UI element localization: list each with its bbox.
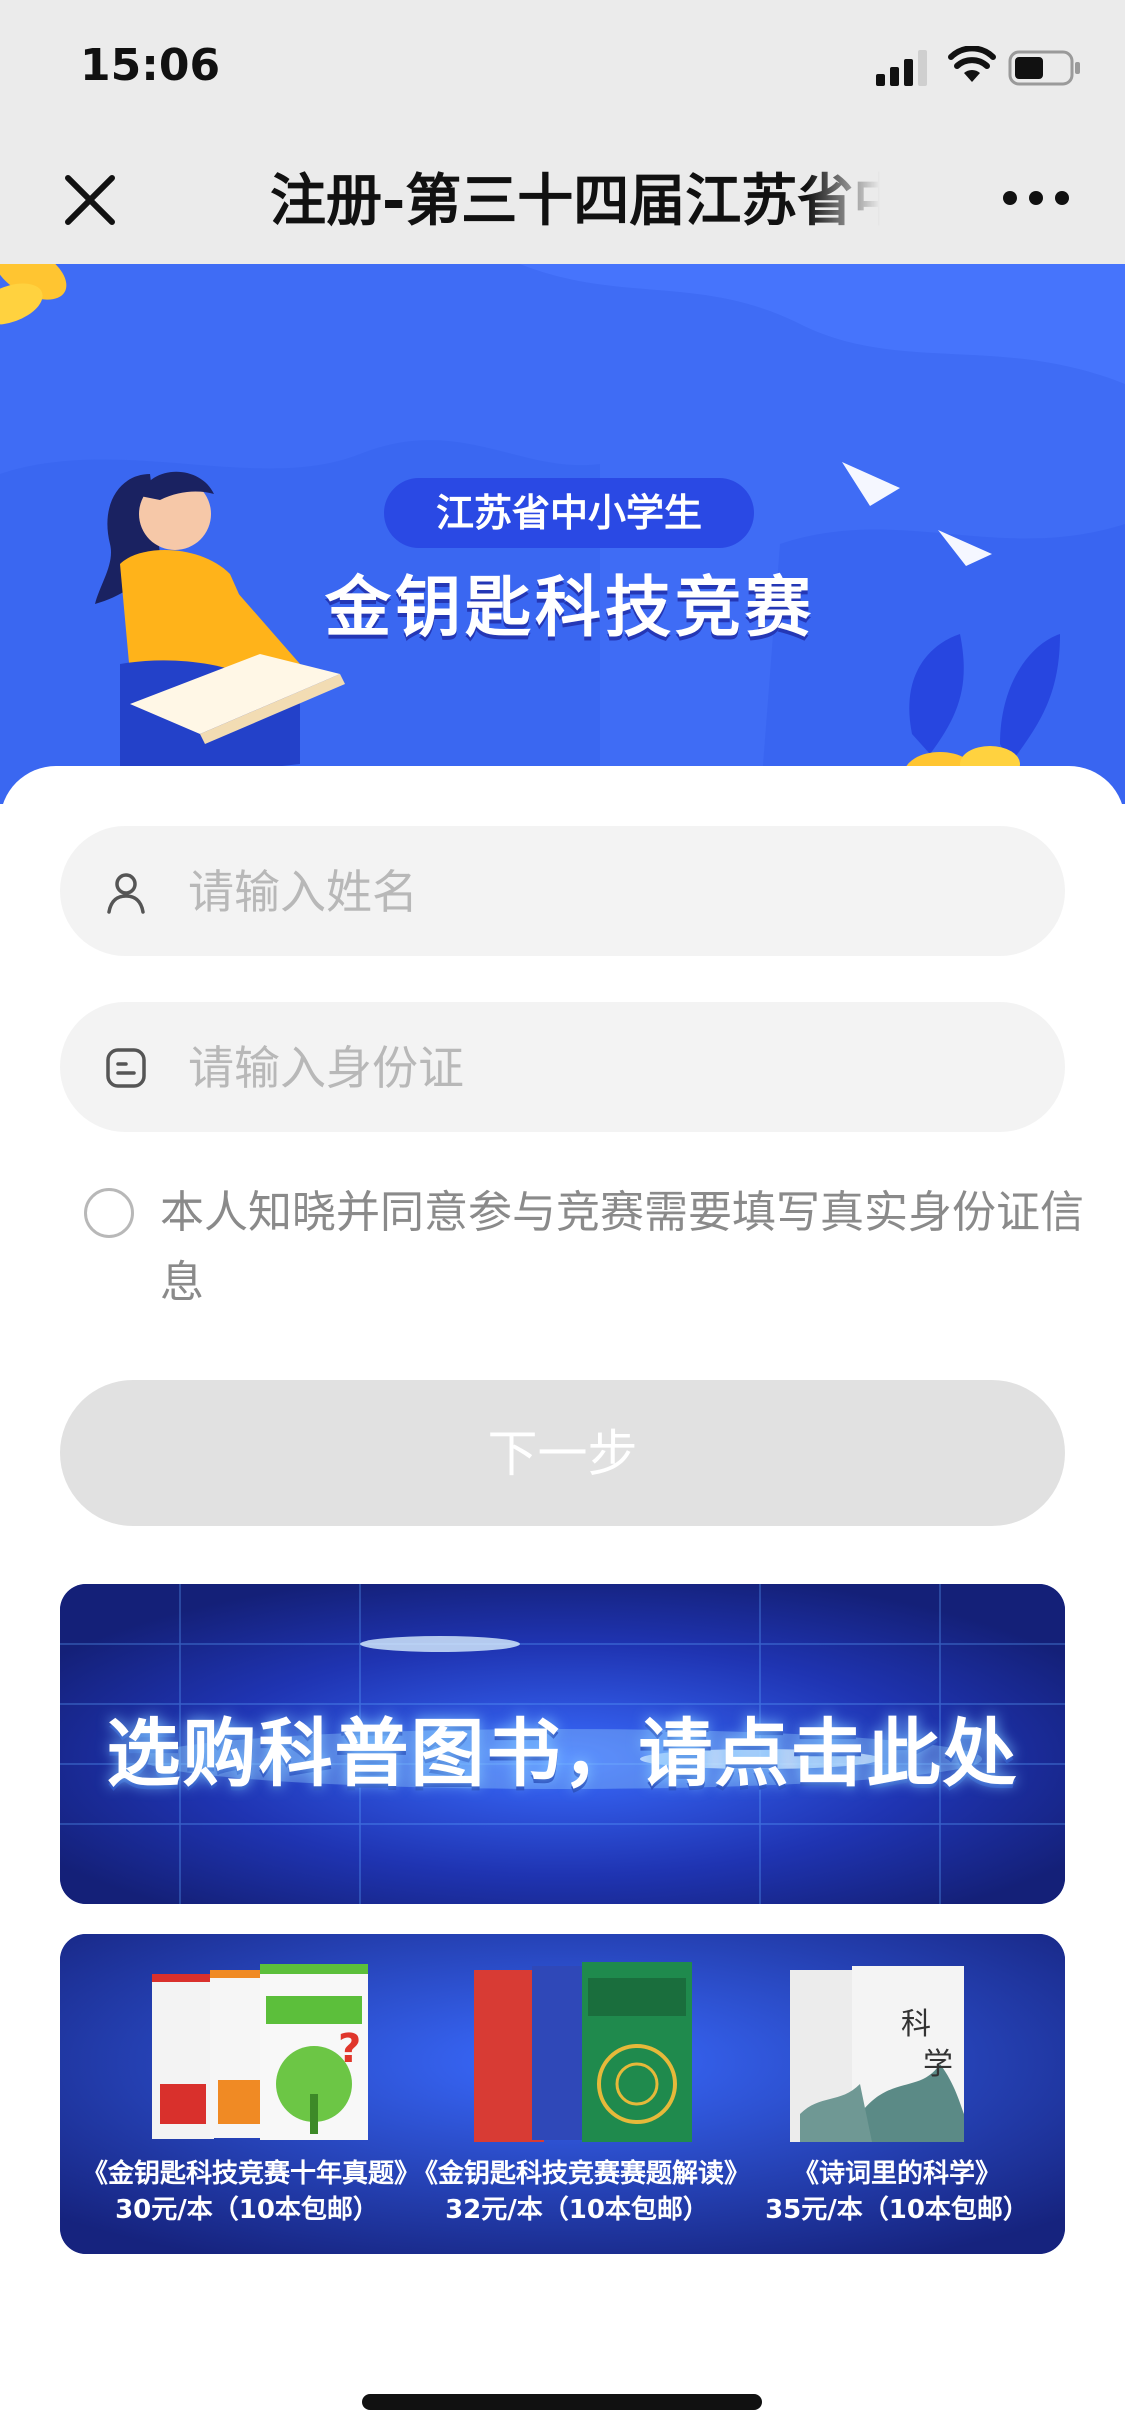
battery-icon — [1008, 50, 1080, 86]
book-caption-2: 《金钥匙科技竞赛赛题解读》 32元/本（10本包邮） — [412, 2156, 751, 2228]
status-bar: 15:06 — [0, 0, 1125, 132]
svg-text:学: 学 — [923, 2047, 953, 2082]
id-field-container — [60, 1002, 1065, 1134]
close-icon[interactable] — [58, 168, 122, 232]
next-step-button[interactable]: 下一步 — [60, 1380, 1065, 1526]
wifi-icon — [948, 46, 996, 82]
name-input[interactable] — [186, 826, 1030, 958]
book-cover-question-analysis — [474, 1962, 692, 2142]
page-title: 注册-第三十四届江苏省中小学生金钥匙科技竞赛 — [270, 169, 880, 234]
svg-text:科: 科 — [901, 2007, 931, 2042]
name-field-container — [60, 826, 1065, 958]
hero-title: 金钥匙科技竞赛 — [325, 569, 815, 646]
book-price-2: 32元/本（10本包邮） — [445, 2195, 709, 2225]
hero-subtitle: 江苏省中小学生 — [384, 478, 754, 548]
book-title-3: 《诗词里的科学》 — [792, 2159, 1001, 2189]
book-caption-3: 《诗词里的科学》 35元/本（10本包邮） — [742, 2156, 1052, 2228]
id-card-icon — [106, 1048, 146, 1088]
book-title-1: 《金钥匙科技竞赛十年真题》 — [82, 2159, 421, 2189]
book-price-3: 35元/本（10本包邮） — [765, 2195, 1029, 2225]
hero-banner: 江苏省中小学生 金钥匙科技竞赛 — [0, 264, 1125, 804]
svg-text:?: ? — [338, 2026, 361, 2072]
user-icon — [107, 873, 145, 914]
more-icon[interactable] — [1000, 186, 1072, 210]
buy-books-banner[interactable]: 选购科普图书，请点击此处 — [60, 1584, 1065, 1904]
agreement-text: 本人知晓并同意参与竞赛需要填写真实身份证信息 — [160, 1187, 1084, 1308]
books-banner[interactable]: ? 科 学 《金钥匙科技竞赛十年真题》 30元/本（10本包邮） 《金钥匙科技竞… — [60, 1934, 1065, 2254]
nav-bar: 注册-第三十四届江苏省中小学生金钥匙科技竞赛 — [0, 132, 1125, 264]
home-indicator[interactable] — [362, 2394, 762, 2410]
id-number-input[interactable] — [186, 1002, 1030, 1134]
agree-checkbox[interactable] — [84, 1188, 134, 1238]
book-price-1: 30元/本（10本包邮） — [115, 2195, 379, 2225]
status-time: 15:06 — [80, 40, 221, 91]
signal-icon — [876, 50, 927, 86]
book-cover-poetry-science: 科 学 — [790, 1966, 964, 2142]
buy-books-text: 选购科普图书，请点击此处 — [106, 1711, 1019, 1797]
book-caption-1: 《金钥匙科技竞赛十年真题》 30元/本（10本包邮） — [82, 2156, 421, 2228]
book-cover-ten-year-questions: ? — [152, 1964, 368, 2140]
book-title-2: 《金钥匙科技竞赛赛题解读》 — [412, 2159, 751, 2189]
